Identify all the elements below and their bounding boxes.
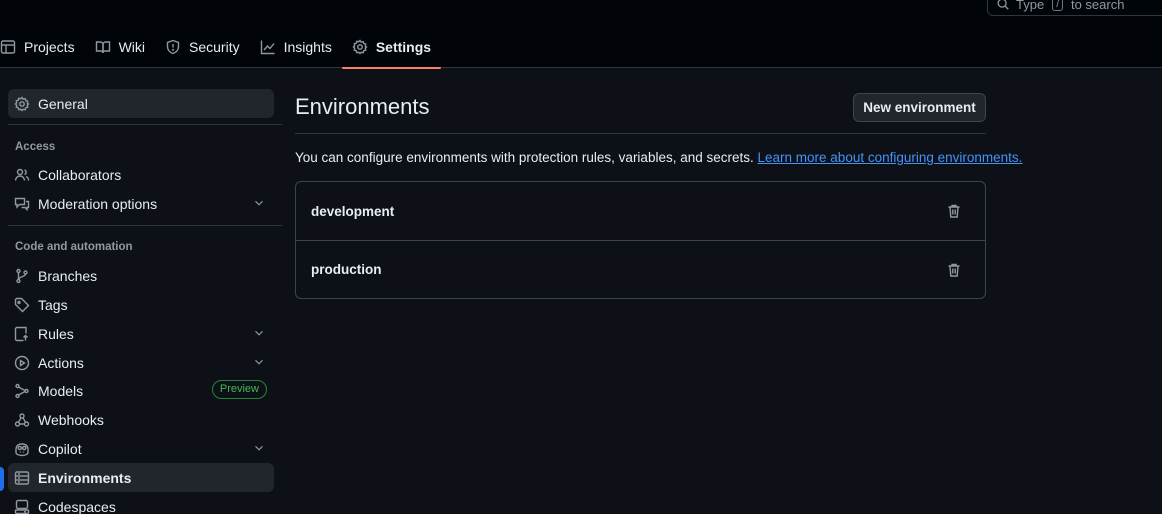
sidebar-item-label: Branches bbox=[38, 267, 98, 284]
sidebar-item-branches[interactable]: Branches bbox=[8, 261, 274, 290]
current-item-indicator bbox=[0, 467, 4, 491]
tag-icon bbox=[14, 297, 30, 312]
preview-badge: Preview bbox=[211, 380, 267, 399]
sidebar-item-label: Webhooks bbox=[38, 411, 104, 428]
sidebar-group-heading: Access bbox=[15, 141, 56, 153]
sidebar-item-label: Tags bbox=[38, 296, 68, 313]
server-icon bbox=[14, 470, 30, 485]
search-placeholder-prefix: Type bbox=[1016, 0, 1045, 12]
sidebar-divider bbox=[8, 225, 282, 226]
play-icon bbox=[14, 355, 30, 370]
codespaces-icon bbox=[14, 499, 30, 514]
git-branch-icon bbox=[16, 268, 28, 283]
environment-link-development[interactable]: development bbox=[311, 204, 394, 219]
sidebar-group-heading: Code and automation bbox=[15, 241, 133, 253]
sidebar-item-copilot[interactable]: Copilot bbox=[8, 434, 274, 463]
sidebar-item-environments[interactable]: Environments bbox=[8, 463, 274, 492]
new-environment-button[interactable]: New environment bbox=[853, 93, 986, 122]
people-icon bbox=[14, 168, 30, 181]
delete-environment-button[interactable] bbox=[946, 262, 962, 278]
sidebar-item-moderation-options[interactable]: Moderation options bbox=[8, 189, 274, 218]
delete-environment-button[interactable] bbox=[946, 203, 962, 219]
tab-insights[interactable]: Insights bbox=[250, 26, 342, 68]
sidebar-item-actions[interactable]: Actions bbox=[8, 348, 274, 377]
copilot-icon bbox=[15, 442, 29, 456]
tab-projects-label: Projects bbox=[24, 39, 75, 55]
book-icon bbox=[95, 41, 110, 54]
environment-list: development production bbox=[295, 181, 986, 299]
gear-icon bbox=[352, 39, 368, 55]
tab-projects[interactable]: Projects bbox=[0, 26, 85, 68]
table-icon bbox=[0, 40, 16, 54]
chevron-down-icon bbox=[255, 359, 263, 365]
search-placeholder-suffix: to search bbox=[1070, 0, 1125, 12]
title-divider bbox=[295, 133, 986, 134]
search-input[interactable]: Type / to search bbox=[987, 0, 1162, 16]
tab-insights-label: Insights bbox=[283, 39, 332, 55]
sidebar-item-label: Collaborators bbox=[38, 166, 122, 183]
trash-icon bbox=[948, 204, 960, 218]
tab-security-label: Security bbox=[189, 39, 240, 55]
sidebar-item-label: Codespaces bbox=[38, 498, 116, 514]
chevron-down-icon bbox=[255, 200, 263, 206]
sidebar-item-codespaces[interactable]: Codespaces bbox=[8, 492, 274, 514]
list-item: production bbox=[296, 240, 985, 298]
tab-wiki[interactable]: Wiki bbox=[85, 26, 155, 68]
repo-push-icon bbox=[14, 326, 28, 341]
sidebar-item-rules[interactable]: Rules bbox=[8, 319, 274, 348]
repo-header: Type / to search Projects Wiki Security … bbox=[0, 0, 1162, 69]
gear-icon bbox=[14, 95, 30, 111]
graph-icon bbox=[260, 40, 275, 55]
tab-wiki-label: Wiki bbox=[118, 39, 146, 55]
search-shortcut-key: / bbox=[1052, 0, 1063, 11]
sidebar-divider bbox=[8, 124, 282, 125]
environment-link-production[interactable]: production bbox=[311, 262, 382, 277]
chevron-down-icon bbox=[255, 445, 263, 451]
sidebar-item-general[interactable]: General bbox=[8, 89, 274, 118]
sidebar-item-models[interactable]: Models Preview bbox=[8, 376, 274, 405]
ai-model-icon bbox=[15, 383, 29, 398]
chevron-down-icon bbox=[255, 330, 263, 336]
sidebar-item-label: Copilot bbox=[38, 440, 82, 457]
learn-more-link[interactable]: Learn more about configuring environment… bbox=[758, 150, 1023, 165]
sidebar-item-webhooks[interactable]: Webhooks bbox=[8, 405, 274, 434]
list-item: development bbox=[296, 182, 985, 240]
sidebar-item-tags[interactable]: Tags bbox=[8, 290, 274, 319]
sidebar-item-label: Rules bbox=[38, 325, 74, 342]
shield-icon bbox=[166, 39, 180, 55]
settings-sidebar: General Access Collaborators Moderation … bbox=[0, 68, 282, 514]
repo-tabs: Projects Wiki Security Insights Settings bbox=[0, 26, 442, 69]
webhook-icon bbox=[14, 412, 30, 427]
sidebar-item-label: Moderation options bbox=[38, 195, 158, 212]
search-icon bbox=[997, 0, 1009, 10]
sidebar-item-collaborators[interactable]: Collaborators bbox=[8, 160, 274, 189]
sidebar-item-label: Actions bbox=[38, 354, 84, 371]
sidebar-item-label: Models bbox=[38, 382, 84, 399]
tab-settings-label: Settings bbox=[375, 39, 432, 55]
trash-icon bbox=[948, 263, 960, 277]
page-title: Environments bbox=[295, 94, 430, 119]
tab-security[interactable]: Security bbox=[155, 26, 250, 68]
sidebar-item-label: General bbox=[38, 95, 88, 112]
tab-settings[interactable]: Settings bbox=[341, 26, 442, 69]
description-text: You can configure environments with prot… bbox=[295, 150, 754, 165]
sidebar-item-label: Environments bbox=[38, 469, 132, 486]
page-description: You can configure environments with prot… bbox=[295, 150, 1022, 165]
comment-discussion-icon bbox=[14, 197, 30, 211]
